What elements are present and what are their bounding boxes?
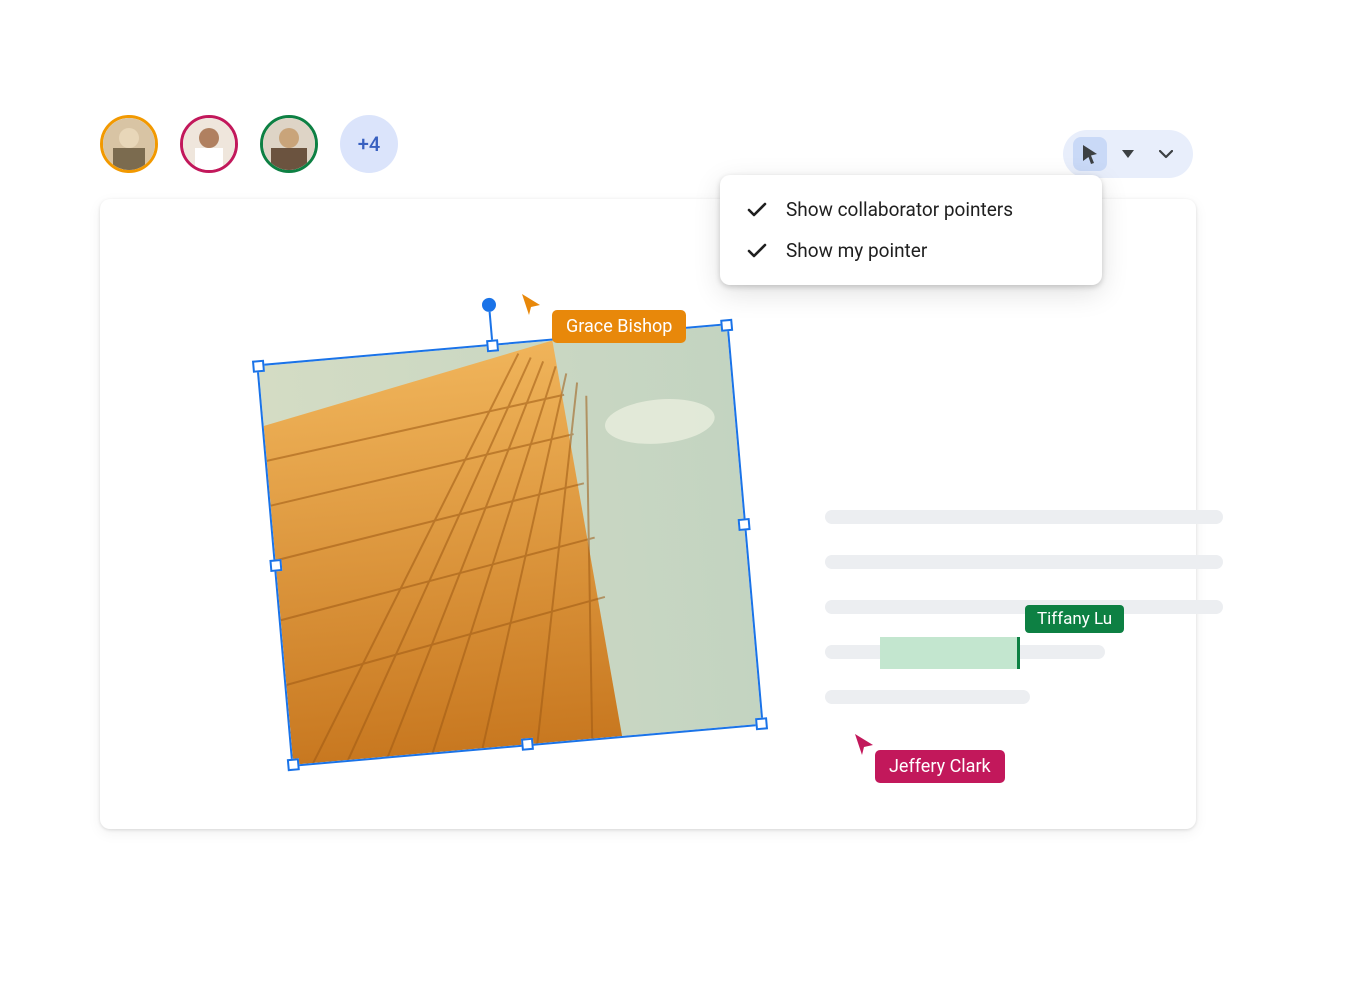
paragraph-placeholder: Tiffany Lu [825, 510, 1223, 735]
menu-item-label: Show collaborator pointers [786, 198, 1013, 221]
collaborator-avatars: +4 [100, 115, 398, 173]
pointer-options-menu: Show collaborator pointers Show my point… [720, 175, 1102, 285]
menu-item-label: Show my pointer [786, 239, 927, 262]
collaborator-cursor-grace: Grace Bishop [520, 292, 542, 316]
pointer-toolbar [1063, 130, 1193, 178]
avatar-more-label: +4 [358, 132, 380, 156]
text-line [825, 690, 1030, 704]
text-line [825, 510, 1223, 524]
avatar-overflow-button[interactable]: +4 [340, 115, 398, 173]
avatar[interactable] [100, 115, 158, 173]
collaborator-label: Jeffery Clark [875, 750, 1005, 783]
avatar[interactable] [260, 115, 318, 173]
collaborator-label: Tiffany Lu [1025, 605, 1124, 633]
pointer-dropdown-button[interactable] [1111, 137, 1145, 171]
collaborator-cursor-jeffery: Jeffery Clark [853, 732, 875, 756]
cursor-icon [520, 292, 542, 316]
text-line [825, 600, 1223, 614]
dropdown-icon [1122, 150, 1134, 158]
chevron-down-icon [1159, 150, 1173, 159]
selected-image[interactable] [258, 325, 761, 764]
menu-item-show-collaborator-pointers[interactable]: Show collaborator pointers [720, 189, 1102, 230]
collaborator-selection-tiffany [880, 637, 1020, 669]
collaborator-label: Grace Bishop [552, 310, 686, 343]
toolbar-chevron-button[interactable] [1149, 137, 1183, 171]
text-line [825, 555, 1223, 569]
menu-item-show-my-pointer[interactable]: Show my pointer [720, 230, 1102, 271]
avatar[interactable] [180, 115, 238, 173]
check-icon [746, 202, 768, 218]
check-icon [746, 243, 768, 259]
cursor-icon [1081, 144, 1099, 164]
cursor-icon [853, 732, 875, 756]
pointer-tool-button[interactable] [1073, 137, 1107, 171]
